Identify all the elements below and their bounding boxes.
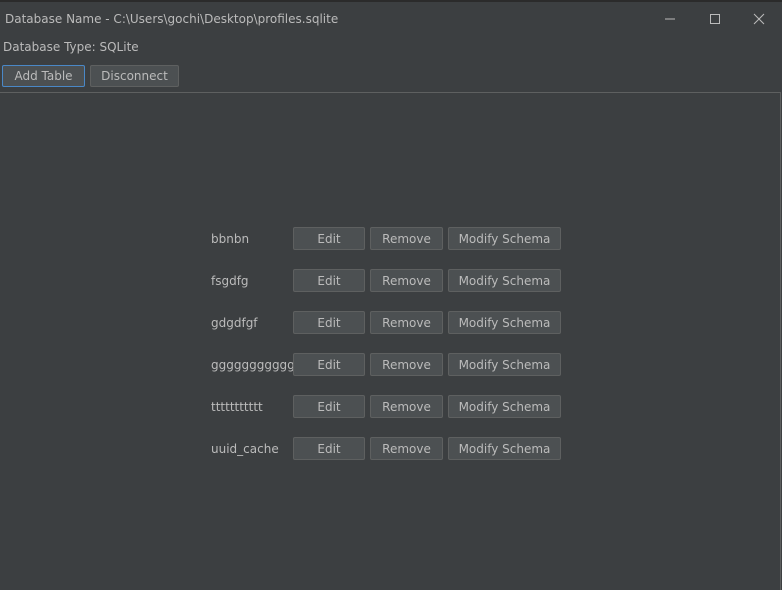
database-type-label: Database Type: SQLite [3,40,139,54]
table-name: fsgdfg [211,274,249,288]
edit-table-button[interactable]: Edit [293,311,365,334]
table-row: ggggggggggg Edit Remove Modify Schema [211,353,571,395]
table-row: gdgdfgf Edit Remove Modify Schema [211,311,571,353]
disconnect-button[interactable]: Disconnect [90,65,179,87]
table-name: gdgdfgf [211,316,258,330]
remove-table-button[interactable]: Remove [370,395,443,418]
modify-schema-button[interactable]: Modify Schema [448,353,561,376]
app-window: Database Name - C:\Users\gochi\Desktop\p… [0,0,782,590]
maximize-icon [709,13,721,25]
remove-table-button[interactable]: Remove [370,437,443,460]
title-bar[interactable]: Database Name - C:\Users\gochi\Desktop\p… [0,2,782,36]
table-name: uuid_cache [211,442,279,456]
window-title: Database Name - C:\Users\gochi\Desktop\p… [5,12,339,26]
maximize-button[interactable] [693,2,737,36]
modify-schema-button[interactable]: Modify Schema [448,395,561,418]
edit-table-button[interactable]: Edit [293,437,365,460]
modify-schema-button[interactable]: Modify Schema [448,227,561,250]
modify-schema-button[interactable]: Modify Schema [448,269,561,292]
minimize-button[interactable] [648,2,692,36]
remove-table-button[interactable]: Remove [370,353,443,376]
edit-table-button[interactable]: Edit [293,227,365,250]
table-list: bbnbn Edit Remove Modify Schema fsgdfg E… [211,227,571,479]
table-row: ttttttttttt Edit Remove Modify Schema [211,395,571,437]
edit-table-button[interactable]: Edit [293,353,365,376]
remove-table-button[interactable]: Remove [370,311,443,334]
edit-table-button[interactable]: Edit [293,395,365,418]
add-table-button[interactable]: Add Table [2,65,85,87]
table-row: fsgdfg Edit Remove Modify Schema [211,269,571,311]
close-button[interactable] [737,2,781,36]
modify-schema-button[interactable]: Modify Schema [448,311,561,334]
toolbar-divider [0,92,781,93]
table-name: ttttttttttt [211,400,263,414]
remove-table-button[interactable]: Remove [370,269,443,292]
remove-table-button[interactable]: Remove [370,227,443,250]
table-name: bbnbn [211,232,250,246]
minimize-icon [664,13,676,25]
table-row: bbnbn Edit Remove Modify Schema [211,227,571,269]
edit-table-button[interactable]: Edit [293,269,365,292]
table-name: ggggggggggg [211,358,295,372]
close-icon [753,13,765,25]
modify-schema-button[interactable]: Modify Schema [448,437,561,460]
table-row: uuid_cache Edit Remove Modify Schema [211,437,571,479]
panel-border [780,92,781,590]
